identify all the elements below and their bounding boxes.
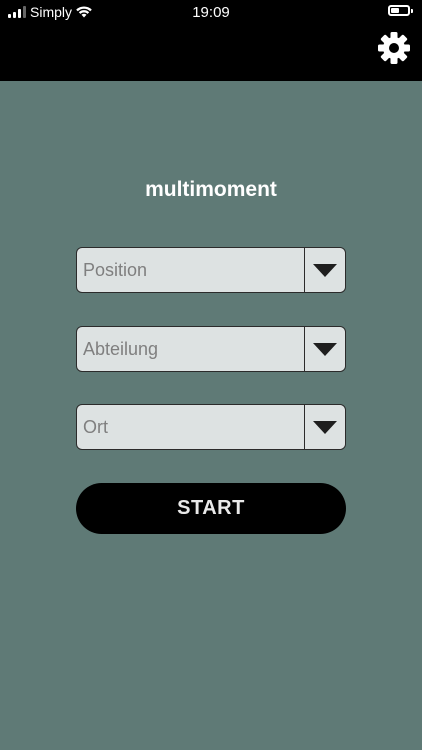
chevron-down-icon[interactable] xyxy=(304,327,345,371)
app-title: multimoment xyxy=(145,178,277,201)
top-bar: Simply 19:09 xyxy=(0,0,422,81)
abteilung-dropdown[interactable]: Abteilung xyxy=(76,326,346,372)
position-placeholder[interactable]: Position xyxy=(77,248,311,292)
position-dropdown[interactable]: Position xyxy=(76,247,346,293)
start-button[interactable]: START xyxy=(76,483,346,534)
ort-placeholder[interactable]: Ort xyxy=(77,405,311,449)
ort-dropdown[interactable]: Ort xyxy=(76,404,346,450)
status-bar: Simply 19:09 xyxy=(0,0,422,24)
chevron-down-icon[interactable] xyxy=(304,248,345,292)
chevron-down-icon[interactable] xyxy=(304,405,345,449)
gear-icon[interactable] xyxy=(374,28,414,68)
battery-icon xyxy=(388,5,413,16)
battery-level xyxy=(391,8,399,13)
abteilung-placeholder[interactable]: Abteilung xyxy=(77,327,311,371)
status-time: 19:09 xyxy=(192,4,230,21)
